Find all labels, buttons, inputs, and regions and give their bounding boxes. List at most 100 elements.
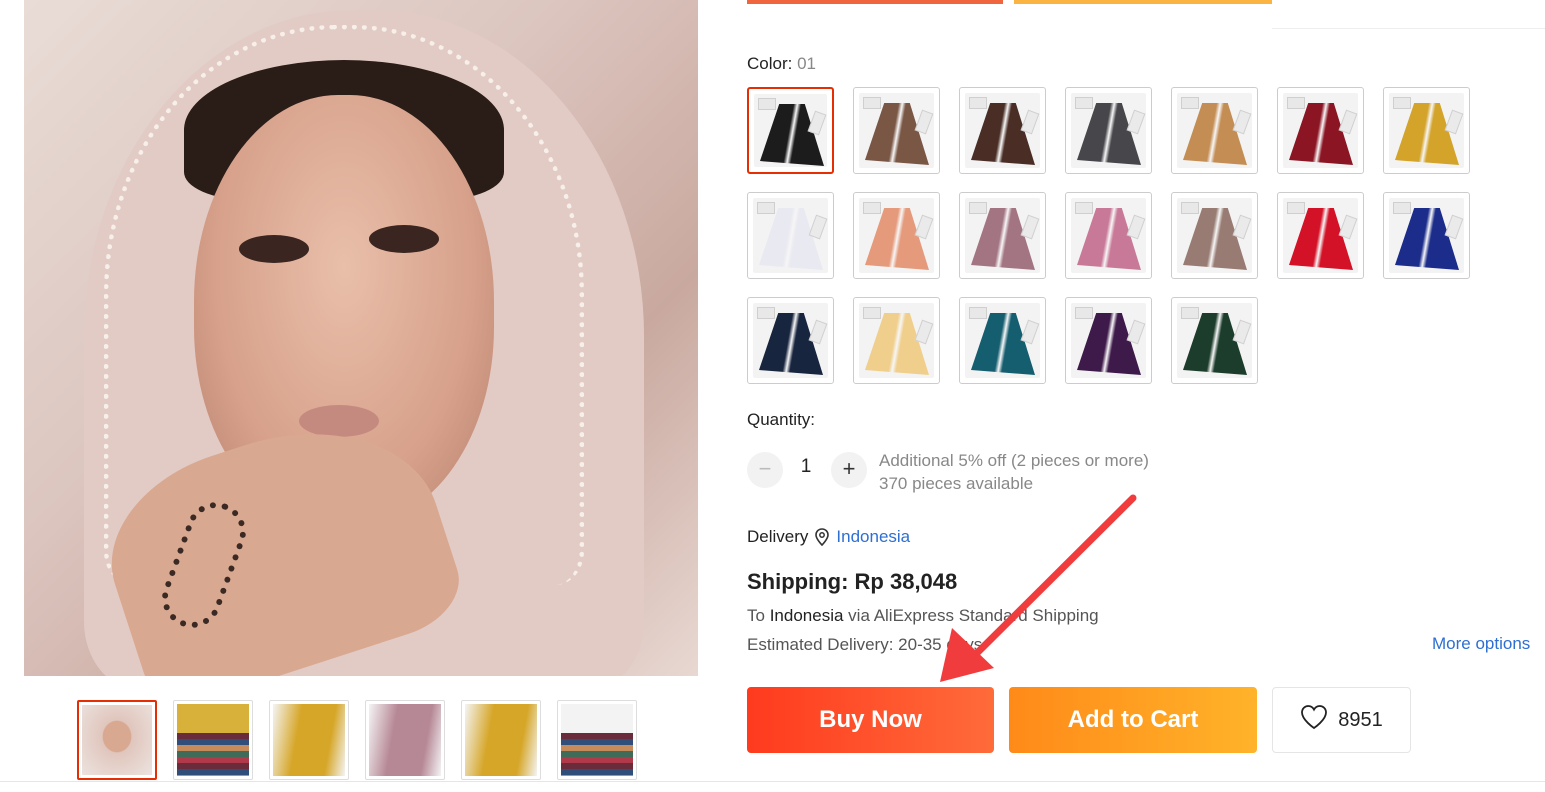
swatch-image — [1071, 303, 1146, 378]
fabric-drape — [1289, 208, 1353, 270]
delivery-country-link[interactable]: Indonesia — [836, 527, 910, 547]
color-swatch[interactable] — [1065, 87, 1152, 174]
fabric-drape — [1077, 313, 1141, 375]
delivery-row: Delivery Indonesia — [747, 527, 910, 547]
swatch-image — [859, 303, 934, 378]
swatch-image — [1177, 303, 1252, 378]
swatch-image — [859, 198, 934, 273]
quantity-note: Additional 5% off (2 pieces or more) 370… — [879, 449, 1149, 495]
quantity-increase-button[interactable]: + — [831, 452, 867, 488]
label-tag — [863, 202, 881, 214]
thumbnail-mustard-scarf-stack[interactable] — [269, 700, 349, 780]
label-tag — [1287, 97, 1305, 109]
label-tag — [969, 202, 987, 214]
label-tag — [1181, 97, 1199, 109]
label-tag — [1338, 109, 1358, 135]
color-swatch[interactable] — [959, 87, 1046, 174]
label-tag — [807, 110, 827, 136]
label-tag — [1075, 202, 1093, 214]
fabric-drape — [759, 313, 823, 375]
color-swatch[interactable] — [1171, 192, 1258, 279]
color-swatch[interactable] — [1065, 192, 1152, 279]
color-swatch[interactable] — [1383, 192, 1470, 279]
color-swatch[interactable] — [747, 192, 834, 279]
color-swatch[interactable] — [1171, 297, 1258, 384]
thumbnail-mustard-scarf[interactable] — [461, 700, 541, 780]
tab-indicator-orange — [1014, 0, 1272, 4]
color-swatch[interactable] — [1383, 87, 1470, 174]
label-tag — [1393, 202, 1411, 214]
thumbnail-image — [465, 704, 537, 776]
main-product-image[interactable] — [24, 0, 698, 676]
thumbnail-mauve-scarf[interactable] — [365, 700, 445, 780]
color-swatch[interactable] — [747, 297, 834, 384]
swatch-image — [1389, 198, 1464, 273]
wishlist-button[interactable]: 8951 — [1272, 687, 1411, 753]
label-tag — [1126, 214, 1146, 240]
location-pin-icon — [814, 528, 830, 547]
label-tag — [1232, 109, 1252, 135]
color-swatch[interactable] — [853, 87, 940, 174]
label-tag — [808, 319, 828, 345]
swatch-image — [754, 94, 827, 167]
color-swatch[interactable] — [1065, 297, 1152, 384]
fabric-drape — [971, 208, 1035, 270]
color-swatch[interactable] — [853, 192, 940, 279]
add-to-cart-button[interactable]: Add to Cart — [1009, 687, 1257, 753]
thumbnail-image — [369, 704, 441, 776]
color-swatch[interactable] — [1277, 87, 1364, 174]
thumbnail-image — [561, 704, 633, 776]
color-selected-value: 01 — [797, 54, 817, 73]
fabric-drape — [1077, 208, 1141, 270]
label-tag — [1075, 97, 1093, 109]
swatch-image — [1389, 93, 1464, 168]
swatch-image — [1283, 198, 1358, 273]
label-tag — [1126, 109, 1146, 135]
swatch-image — [1071, 93, 1146, 168]
fabric-drape — [865, 208, 929, 270]
swatch-image — [1177, 198, 1252, 273]
color-swatch[interactable] — [959, 297, 1046, 384]
label-tag — [1444, 214, 1464, 240]
label-tag — [1181, 202, 1199, 214]
label-tag — [1020, 319, 1040, 345]
quantity-decrease-button[interactable]: − — [747, 452, 783, 488]
available-stock: 370 pieces available — [879, 474, 1034, 493]
bottom-divider — [0, 781, 1545, 782]
label-tag — [1181, 307, 1199, 319]
color-swatch[interactable] — [747, 87, 834, 174]
swatch-image — [859, 93, 934, 168]
shipping-country: Indonesia — [769, 606, 844, 625]
thumbnail-stacked-scarves[interactable] — [173, 700, 253, 780]
quantity-value[interactable]: 1 — [790, 456, 822, 478]
color-swatch[interactable] — [1171, 87, 1258, 174]
more-options-link[interactable]: More options — [1432, 634, 1530, 654]
fabric-drape — [1183, 313, 1247, 375]
fabric-drape — [865, 313, 929, 375]
fabric-drape — [1395, 208, 1459, 270]
label-tag — [863, 307, 881, 319]
label-tag — [1287, 202, 1305, 214]
right-eye — [369, 225, 439, 253]
shipping-method: via AliExpress Standard Shipping — [848, 606, 1099, 625]
thumbnail-model-photo[interactable] — [77, 700, 157, 780]
buy-now-button[interactable]: Buy Now — [747, 687, 994, 753]
fabric-drape — [971, 313, 1035, 375]
label-tag — [1232, 214, 1252, 240]
thumbnail-image — [82, 705, 152, 775]
color-swatch[interactable] — [1277, 192, 1364, 279]
estimated-delivery: Estimated Delivery: 20-35 days — [747, 635, 983, 654]
delivery-label: Delivery — [747, 527, 809, 546]
color-swatch[interactable] — [853, 297, 940, 384]
thumbnail-image — [273, 704, 345, 776]
label-tag — [1232, 319, 1252, 345]
shipping-route: To Indonesia via AliExpress Standard Shi… — [747, 606, 1099, 626]
color-swatch[interactable] — [959, 192, 1046, 279]
divider — [1272, 28, 1545, 29]
wishlist-count: 8951 — [1338, 708, 1383, 731]
fabric-drape — [1183, 208, 1247, 270]
label-tag — [1075, 307, 1093, 319]
color-label-text: Color: — [747, 54, 793, 73]
fabric-drape — [971, 103, 1035, 165]
thumbnail-scarf-bundle[interactable] — [557, 700, 637, 780]
